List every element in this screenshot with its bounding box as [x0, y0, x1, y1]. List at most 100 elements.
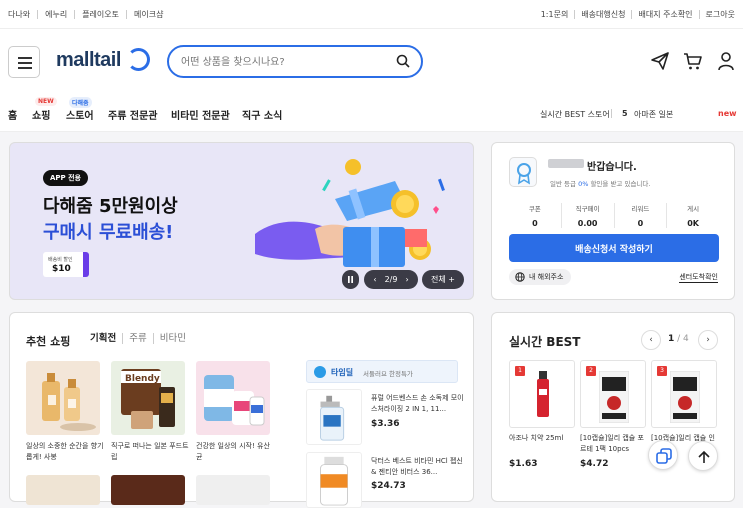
send-icon[interactable]: [650, 51, 670, 71]
recommend-card-text[interactable]: 직구로 떠나는 일본 푸드트립: [111, 441, 191, 463]
blendy-product-image[interactable]: Blendy: [111, 361, 185, 435]
tab-liquor[interactable]: 주류: [123, 333, 154, 344]
center-arrival-link[interactable]: 센터도착확인: [679, 272, 718, 283]
promo-banner[interactable]: APP 전용 다해줌 5만원이상 구매시 무료배송! 배송비 할인 $10 ‹ …: [9, 142, 474, 300]
vitamin-bottle-image[interactable]: [306, 452, 362, 508]
banner-pager: ‹ 2/9 ›: [364, 270, 418, 289]
stat-reward[interactable]: 리워드 0: [615, 203, 668, 228]
search-icon[interactable]: [396, 54, 410, 68]
hand-sanitizer-image[interactable]: [306, 389, 362, 445]
stat-pay[interactable]: 직구페이 0.00: [562, 203, 615, 228]
toothpaste-image: [537, 371, 549, 417]
shipping-form-button[interactable]: 배송신청서 작성하기: [509, 234, 719, 262]
nav-news[interactable]: 직구 소식: [242, 107, 282, 122]
dahaejum-badge: 다해줌: [69, 97, 92, 108]
chevron-right-icon[interactable]: ›: [405, 275, 408, 284]
stat-label: 리워드: [631, 205, 650, 213]
my-address-label: 내 해외주소: [529, 273, 564, 281]
nav-home[interactable]: 홈: [8, 107, 17, 122]
arrow-up-icon: [698, 450, 710, 463]
copy-icon: [656, 448, 672, 464]
recommend-title: 추천 쇼핑: [26, 335, 71, 348]
realtime-store-name[interactable]: 아마존 일본: [634, 109, 673, 120]
product-image[interactable]: [111, 475, 185, 505]
stat-value: 0.00: [577, 219, 598, 228]
grade-prefix: 일반 등급: [550, 180, 579, 188]
blurred-username: [548, 159, 584, 168]
best-item-card[interactable]: 2: [580, 360, 646, 428]
shipping-request-link[interactable]: 배송대행신청: [575, 10, 633, 19]
pause-button[interactable]: [342, 270, 359, 289]
banner-headline: 다해줌 5만원이상: [43, 196, 178, 217]
perfume-product-image[interactable]: [26, 361, 100, 435]
shipping-coupon: 배송비 할인 $10: [43, 252, 89, 277]
logout-link[interactable]: 로그아웃: [700, 10, 735, 19]
best-item-card[interactable]: 3: [651, 360, 717, 428]
logo-mark-icon: [127, 48, 150, 71]
svg-text:Blendy: Blendy: [125, 374, 160, 384]
scroll-top-button[interactable]: [688, 441, 718, 471]
best-pager: 1 / 4: [668, 334, 689, 344]
partner-link-danawa[interactable]: 다나와: [8, 10, 39, 19]
nav-shopping[interactable]: NEW 쇼핑: [32, 97, 57, 122]
grade-suffix: 할인을 받고 있습니다.: [588, 180, 651, 188]
chevron-left-icon[interactable]: ‹: [373, 275, 376, 284]
new-badge: NEW: [35, 97, 57, 106]
my-address-button[interactable]: 내 해외주소: [509, 269, 572, 285]
recent-items-button[interactable]: [648, 440, 678, 470]
partner-link-enuri[interactable]: 에누리: [38, 10, 76, 19]
best-item-name[interactable]: [10캡슐]일리 캡슐 포: [580, 433, 648, 444]
cart-icon[interactable]: [683, 51, 703, 71]
tab-exhibition[interactable]: 기획전: [90, 333, 124, 344]
coupon-label: 배송비 할인: [48, 257, 73, 263]
timedeal-desc: 서둘러요 한정특가: [363, 370, 413, 378]
stat-label: 쿠폰: [528, 205, 541, 213]
best-page-total: / 4: [677, 334, 689, 344]
user-icon[interactable]: [716, 51, 736, 71]
best-item-card[interactable]: 1: [509, 360, 575, 428]
globe-icon: [515, 272, 525, 282]
partner-link-makeshop[interactable]: 메이크샵: [127, 10, 170, 19]
chevron-left-icon[interactable]: ‹: [641, 330, 661, 350]
timedeal-clock-icon: [314, 366, 326, 378]
best-item-price: $1.63: [509, 459, 538, 469]
nav-liquor[interactable]: 주류 전문관: [108, 107, 157, 122]
best-item-name[interactable]: 아조나 치약 25ml: [509, 433, 577, 444]
search-input[interactable]: [181, 53, 381, 71]
deal-item-name[interactable]: 퓨럴 어드벤스드 손 소독제 모이스처라이징 2 IN 1, 11...: [371, 393, 467, 415]
coupon-value: $10: [52, 264, 71, 274]
deal-item-price: $3.36: [371, 419, 400, 429]
recommend-card-text[interactable]: 건강한 일상의 시작! 유산균: [196, 441, 276, 463]
stat-value: 0: [637, 219, 644, 228]
banner-view-all-button[interactable]: 전체 +: [422, 270, 464, 289]
tab-vitamin[interactable]: 비타민: [154, 333, 192, 344]
stat-label: 게시: [687, 205, 700, 213]
nav-store[interactable]: 다해줌 스토어: [66, 97, 94, 122]
address-check-link[interactable]: 배대지 주소확인: [632, 10, 700, 19]
grade-text: 일반 등급 0% 할인을 받고 있습니다.: [550, 178, 650, 188]
timedeal-header[interactable]: 타임딜 서둘러요 한정특가: [306, 360, 458, 383]
nav-vitamin[interactable]: 비타민 전문관: [171, 107, 230, 122]
realtime-best-section: 실시간 BEST ‹ 1 / 4 › 1 아조나 치약 25ml $1.63 2…: [491, 312, 735, 502]
recommend-section: 추천 쇼핑 기획전 주류 비타민 일상의 소중한 순간을 향기롭게! 사봉 Bl…: [9, 312, 474, 508]
stat-posts[interactable]: 게시 0K: [667, 203, 719, 228]
rank-badge: 2: [586, 366, 596, 376]
app-only-tag: APP 전용: [43, 170, 88, 186]
hamburger-menu-button[interactable]: [8, 46, 40, 78]
grade-avatar: [509, 157, 537, 187]
site-logo[interactable]: malltail: [56, 49, 121, 72]
product-image[interactable]: [26, 475, 100, 505]
partner-link-playauto[interactable]: 플레이오토: [75, 10, 127, 19]
product-image[interactable]: [196, 475, 270, 505]
stat-coupon[interactable]: 쿠폰 0: [509, 203, 562, 228]
timedeal-title: 타임딜: [331, 368, 354, 377]
chevron-right-icon[interactable]: ›: [698, 330, 718, 350]
recommend-card-text[interactable]: 일상의 소중한 순간을 향기롭게! 사봉: [26, 441, 106, 463]
greeting-text: 반갑습니다.: [587, 162, 637, 173]
partner-links: 다나와 에누리 플레이오토 메이크샵: [8, 10, 170, 19]
menu-line: [18, 62, 32, 64]
deal-item-name[interactable]: 닥터스 베스트 비타민 HCl 펩신 & 젠티안 비터스 36...: [371, 456, 467, 478]
inquiry-link[interactable]: 1:1문의: [535, 10, 576, 19]
nav-store-label: 스토어: [66, 111, 94, 122]
probiotics-product-image[interactable]: [196, 361, 270, 435]
